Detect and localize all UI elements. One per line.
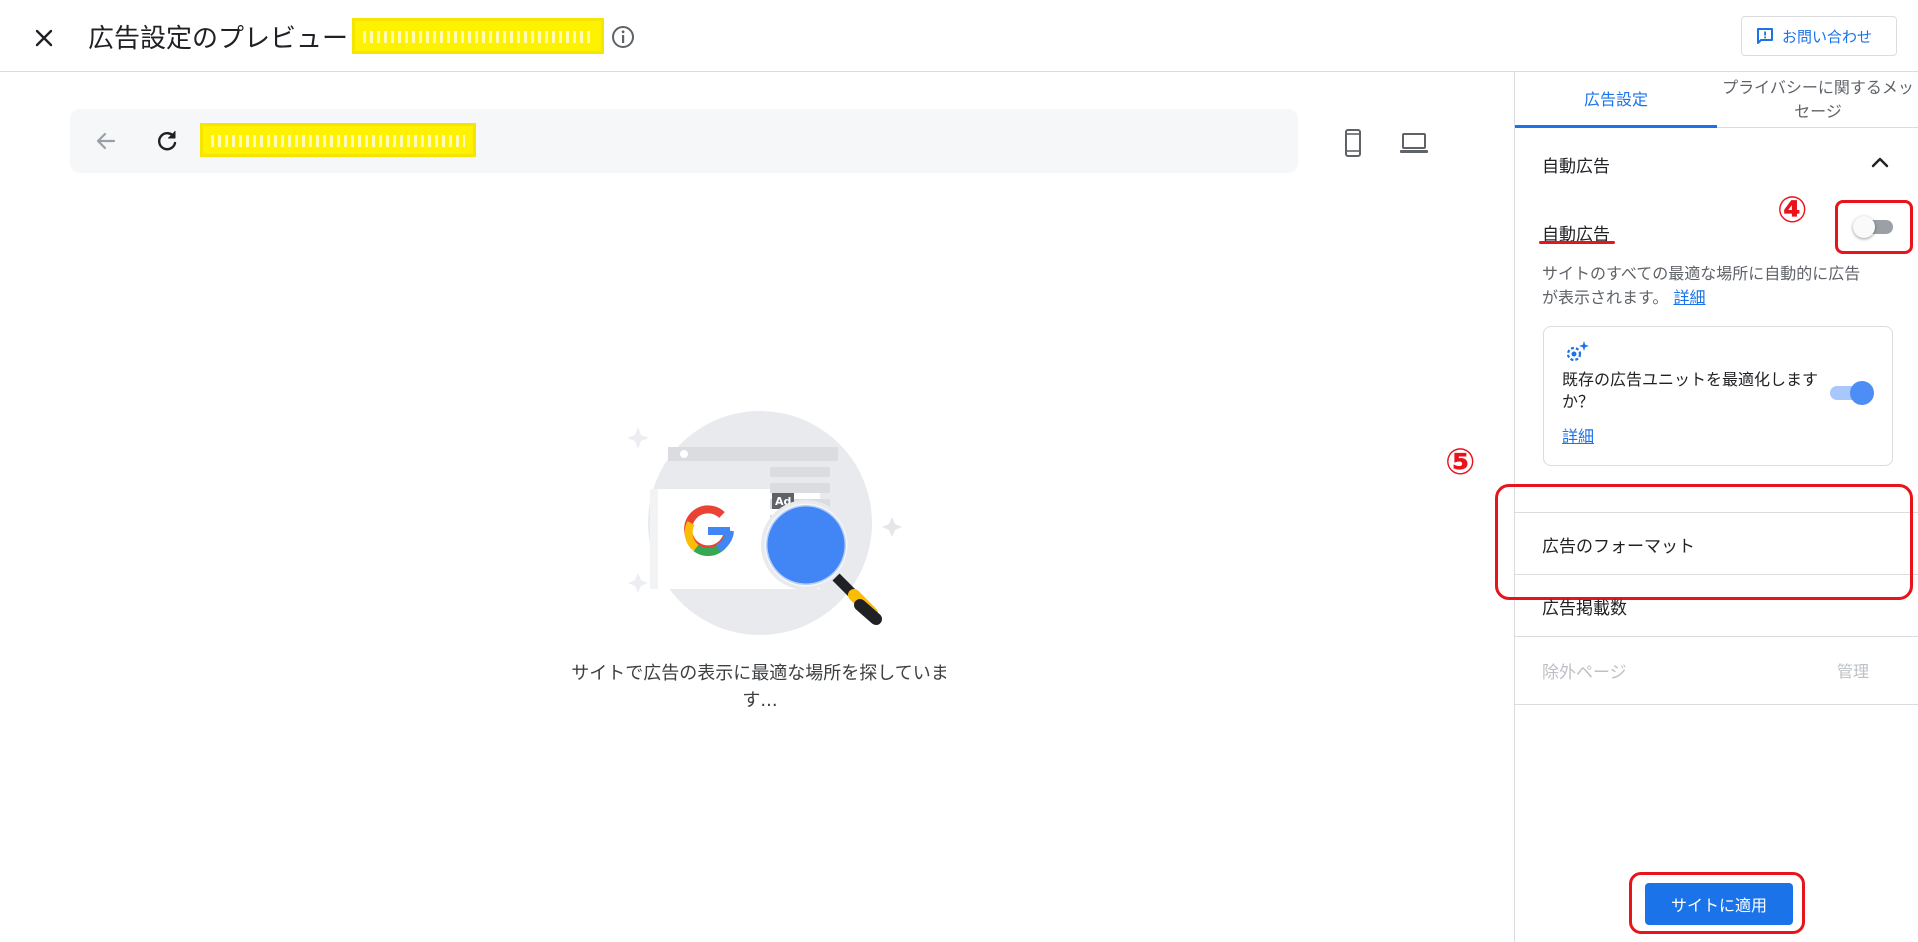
preview-url-bar [70, 109, 1298, 173]
ads-preview-page: 広告設定のプレビュー | お問い合わせ Ad サイトで広告の表示に最適な場所を探… [0, 0, 1918, 942]
toggle-thumb [1850, 381, 1874, 405]
ad-load-label: 広告掲載数 [1542, 599, 1627, 619]
mobile-view-icon[interactable] [1340, 128, 1366, 158]
chevron-up-icon[interactable] [1867, 150, 1893, 176]
panel-tabs: 広告設定 プライバシーに関するメッセージ [1515, 72, 1918, 128]
sparkle-gear-icon [1566, 341, 1589, 362]
info-icon[interactable] [610, 24, 636, 50]
auto-ads-description: サイトのすべての最適な場所に自動的に広告が表示されます。 詳細 [1542, 262, 1872, 310]
ad-load-row[interactable]: 広告掲載数 [1515, 574, 1918, 636]
annotation-marker-5: ⑤ [1445, 442, 1476, 483]
optimize-units-text: 既存の広告ユニットを最適化しますか？ [1562, 370, 1819, 411]
reload-icon[interactable] [154, 128, 180, 154]
excluded-pages-label: 除外ページ [1542, 663, 1627, 683]
contact-label: お問い合わせ [1782, 27, 1873, 46]
settings-panel: 広告設定 プライバシーに関するメッセージ 自動広告 自動広告 ④ サイトのすべて… [1445, 72, 1918, 942]
optimize-units-toggle[interactable] [1830, 381, 1874, 405]
optimize-details-link[interactable]: 詳細 [1562, 423, 1594, 447]
annotation-underline [1539, 241, 1615, 244]
close-icon [35, 29, 53, 47]
auto-ads-section-title[interactable]: 自動広告 [1542, 152, 1610, 177]
redacted-site-name [352, 18, 604, 54]
excluded-pages-row: 除外ページ 管理 [1515, 636, 1918, 704]
ad-formats-label: 広告のフォーマット [1542, 537, 1695, 557]
apply-to-site-button[interactable]: サイトに適用 [1645, 883, 1793, 925]
feedback-icon [1757, 28, 1773, 44]
ad-formats-row[interactable]: 広告のフォーマット [1515, 512, 1918, 574]
desktop-view-icon[interactable] [1398, 128, 1430, 158]
toggle-thumb [1853, 216, 1875, 238]
close-button[interactable] [28, 22, 60, 54]
top-header: 広告設定のプレビュー | お問い合わせ [0, 0, 1918, 72]
contact-button[interactable]: お問い合わせ [1741, 16, 1897, 56]
redacted-url-field[interactable] [200, 123, 476, 157]
tab-privacy-messages[interactable]: プライバシーに関するメッセージ [1717, 72, 1918, 128]
searching-illustration: Ad [627, 411, 902, 635]
back-arrow-icon[interactable] [94, 129, 118, 153]
optimize-units-card: 既存の広告ユニットを最適化しますか？ 詳細 [1543, 326, 1893, 466]
tab-ad-settings[interactable]: 広告設定 [1515, 72, 1717, 128]
auto-ads-toggle[interactable] [1853, 216, 1895, 238]
loading-message: サイトで広告の表示に最適な場所を探しています... [571, 663, 949, 711]
manage-link[interactable]: 管理 [1837, 658, 1869, 682]
page-title: 広告設定のプレビュー | [88, 24, 366, 54]
divider [1515, 704, 1918, 705]
annotation-marker-4: ④ [1777, 190, 1808, 231]
auto-ads-details-link[interactable]: 詳細 [1674, 288, 1706, 307]
